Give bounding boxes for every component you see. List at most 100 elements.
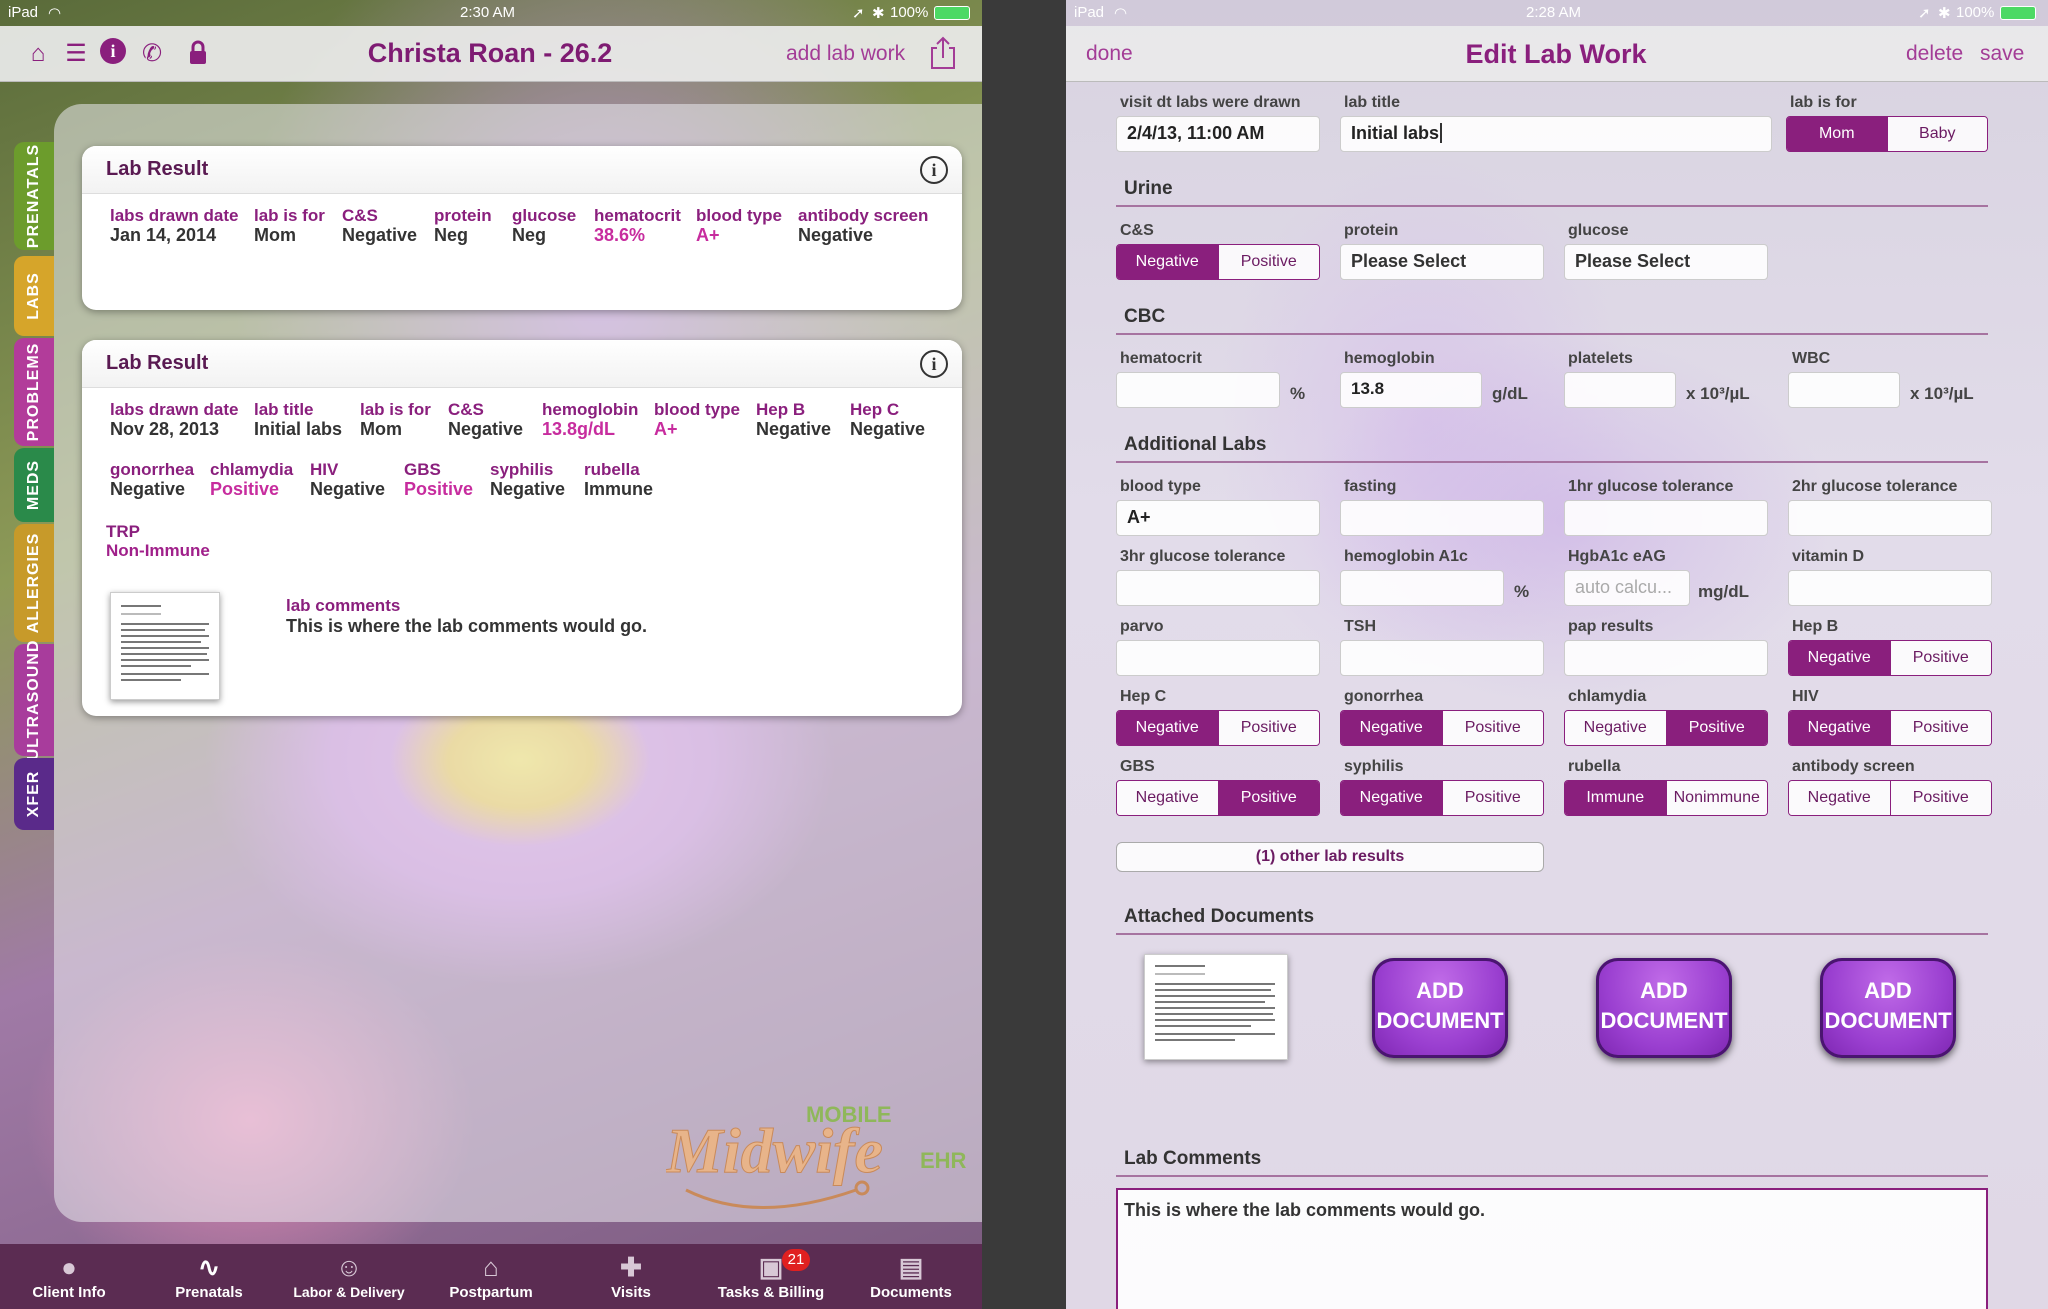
antibody-positive[interactable]: Positive bbox=[1889, 781, 1991, 815]
chlamydia-negative[interactable]: Negative bbox=[1565, 711, 1666, 745]
document-thumbnail[interactable] bbox=[110, 592, 220, 700]
gt2-field[interactable] bbox=[1788, 500, 1992, 536]
save-button[interactable]: save bbox=[1980, 42, 2024, 66]
gbs-positive[interactable]: Positive bbox=[1217, 781, 1319, 815]
rubella-immune[interactable]: Immune bbox=[1565, 781, 1666, 815]
sidetab-problems[interactable]: PROBLEMS bbox=[14, 338, 54, 446]
blood-type-field[interactable]: A+ bbox=[1116, 500, 1320, 536]
hep-b-segmented[interactable]: Negative Positive bbox=[1788, 640, 1992, 676]
fasting-field[interactable] bbox=[1340, 500, 1544, 536]
text-cursor bbox=[1440, 123, 1443, 143]
chlamydia-positive[interactable]: Positive bbox=[1665, 711, 1767, 745]
antibody-screen-segmented[interactable]: Negative Positive bbox=[1788, 780, 1992, 816]
hematocrit-field[interactable] bbox=[1116, 372, 1280, 408]
sidetab-label: PRENATALS bbox=[25, 143, 42, 249]
eag-field[interactable]: auto calcu... bbox=[1564, 570, 1690, 606]
add-document-button[interactable]: Add Document bbox=[1596, 958, 1732, 1058]
hep-c-negative[interactable]: Negative bbox=[1117, 711, 1218, 745]
antibody-negative[interactable]: Negative bbox=[1789, 781, 1890, 815]
cs-label: C&S bbox=[1120, 222, 1154, 239]
sidetab-ultrasound[interactable]: ULTRASOUND bbox=[14, 640, 54, 760]
protein-select[interactable]: Please Select bbox=[1340, 244, 1544, 280]
hiv-negative[interactable]: Negative bbox=[1789, 711, 1890, 745]
add-document-button[interactable]: Add Document bbox=[1820, 958, 1956, 1058]
wbc-field[interactable] bbox=[1788, 372, 1900, 408]
lab-comments-textarea[interactable]: This is where the lab comments would go. bbox=[1116, 1188, 1988, 1309]
other-lab-results-button[interactable]: (1) other lab results bbox=[1116, 842, 1544, 872]
sidetab-xfer[interactable]: XFER bbox=[14, 758, 54, 830]
field-value: Negative bbox=[110, 479, 186, 499]
cs-negative[interactable]: Negative bbox=[1117, 245, 1218, 279]
syphilis-segmented[interactable]: Negative Positive bbox=[1340, 780, 1544, 816]
add-document-button[interactable]: Add Document bbox=[1372, 958, 1508, 1058]
tab-visits[interactable]: ✚ Visits bbox=[566, 1244, 696, 1309]
sidetab-prenatals[interactable]: PRENATALS bbox=[14, 142, 54, 250]
phone-icon[interactable]: ✆ bbox=[138, 40, 166, 68]
tab-postpartum[interactable]: ⌂ Postpartum bbox=[426, 1244, 556, 1309]
lab-result-card[interactable]: Lab Result i labs drawn date Nov 28, 201… bbox=[82, 340, 962, 716]
right-ipad-screen: iPad ◠ 2:28 AM ➚ ✱ 100% done Edit Lab Wo… bbox=[1066, 0, 2048, 1309]
hemoglobin-field[interactable]: 13.8 bbox=[1340, 372, 1482, 408]
platelets-unit: x 10³/µL bbox=[1686, 384, 1750, 403]
info-icon[interactable]: i bbox=[920, 156, 948, 184]
gt3-field[interactable] bbox=[1116, 570, 1320, 606]
cs-positive[interactable]: Positive bbox=[1217, 245, 1319, 279]
hep-b-positive[interactable]: Positive bbox=[1889, 641, 1991, 675]
info-icon[interactable]: i bbox=[100, 38, 126, 64]
gt1-field[interactable] bbox=[1564, 500, 1768, 536]
hep-b-negative[interactable]: Negative bbox=[1789, 641, 1890, 675]
lab-for-baby[interactable]: Baby bbox=[1886, 117, 1987, 151]
add-lab-work-link[interactable]: add lab work bbox=[786, 42, 905, 66]
cs-segmented[interactable]: Negative Positive bbox=[1116, 244, 1320, 280]
sidetab-allergies[interactable]: ALLERGIES bbox=[14, 524, 54, 642]
tab-documents[interactable]: ▤ Documents bbox=[846, 1244, 976, 1309]
tsh-field[interactable] bbox=[1340, 640, 1544, 676]
a1c-field[interactable] bbox=[1340, 570, 1504, 606]
visit-date-field[interactable]: 2/4/13, 11:00 AM bbox=[1116, 116, 1320, 152]
lab-for-segmented[interactable]: Mom Baby bbox=[1786, 116, 1988, 152]
syphilis-negative[interactable]: Negative bbox=[1341, 781, 1442, 815]
sidetab-labs[interactable]: LABS bbox=[14, 256, 54, 336]
lock-icon[interactable] bbox=[184, 40, 212, 68]
lab-for-mom[interactable]: Mom bbox=[1787, 117, 1887, 151]
glucose-select[interactable]: Please Select bbox=[1564, 244, 1768, 280]
chlamydia-segmented[interactable]: Negative Positive bbox=[1564, 710, 1768, 746]
gonorrhea-negative[interactable]: Negative bbox=[1341, 711, 1442, 745]
lab-title-field[interactable]: Initial labs bbox=[1340, 116, 1772, 152]
platelets-field[interactable] bbox=[1564, 372, 1676, 408]
gbs-negative[interactable]: Negative bbox=[1117, 781, 1218, 815]
field-label: glucose bbox=[512, 206, 577, 225]
tab-prenatals[interactable]: ∿ Prenatals bbox=[144, 1244, 274, 1309]
hiv-positive[interactable]: Positive bbox=[1889, 711, 1991, 745]
gonorrhea-segmented[interactable]: Negative Positive bbox=[1340, 710, 1544, 746]
delete-button[interactable]: delete bbox=[1906, 42, 1963, 66]
vitamin-d-field[interactable] bbox=[1788, 570, 1992, 606]
tab-client-info[interactable]: ● Client Info bbox=[4, 1244, 134, 1309]
sidetab-meds[interactable]: MEDS bbox=[14, 448, 54, 522]
gbs-segmented[interactable]: Negative Positive bbox=[1116, 780, 1320, 816]
tab-tasks-billing[interactable]: ▣ Tasks & Billing bbox=[706, 1244, 836, 1309]
info-icon[interactable]: i bbox=[920, 350, 948, 378]
pap-field[interactable] bbox=[1564, 640, 1768, 676]
hiv-segmented[interactable]: Negative Positive bbox=[1788, 710, 1992, 746]
hep-c-segmented[interactable]: Negative Positive bbox=[1116, 710, 1320, 746]
vitamin-d-label: vitamin D bbox=[1792, 548, 1865, 565]
gonorrhea-positive[interactable]: Positive bbox=[1441, 711, 1543, 745]
field-label: C&S bbox=[342, 206, 378, 225]
device-label: iPad bbox=[1074, 4, 1105, 21]
rubella-nonimmune[interactable]: Nonimmune bbox=[1665, 781, 1767, 815]
lab-result-card[interactable]: Lab Result i labs drawn date Jan 14, 201… bbox=[82, 146, 962, 310]
lab-title-value: Initial labs bbox=[1351, 123, 1440, 143]
rubella-segmented[interactable]: Immune Nonimmune bbox=[1564, 780, 1768, 816]
section-additional-labs: Additional Labs bbox=[1124, 434, 1267, 455]
parvo-field[interactable] bbox=[1116, 640, 1320, 676]
hep-c-positive[interactable]: Positive bbox=[1217, 711, 1319, 745]
section-cbc: CBC bbox=[1124, 306, 1166, 327]
done-button[interactable]: done bbox=[1086, 42, 1133, 66]
home-icon[interactable]: ⌂ bbox=[24, 40, 52, 68]
list-icon[interactable]: ☰ bbox=[62, 40, 90, 68]
attached-document-thumbnail[interactable] bbox=[1144, 954, 1288, 1060]
tab-labor-delivery[interactable]: ☺ Labor & Delivery bbox=[284, 1244, 414, 1309]
share-icon[interactable] bbox=[928, 36, 958, 70]
syphilis-positive[interactable]: Positive bbox=[1441, 781, 1543, 815]
